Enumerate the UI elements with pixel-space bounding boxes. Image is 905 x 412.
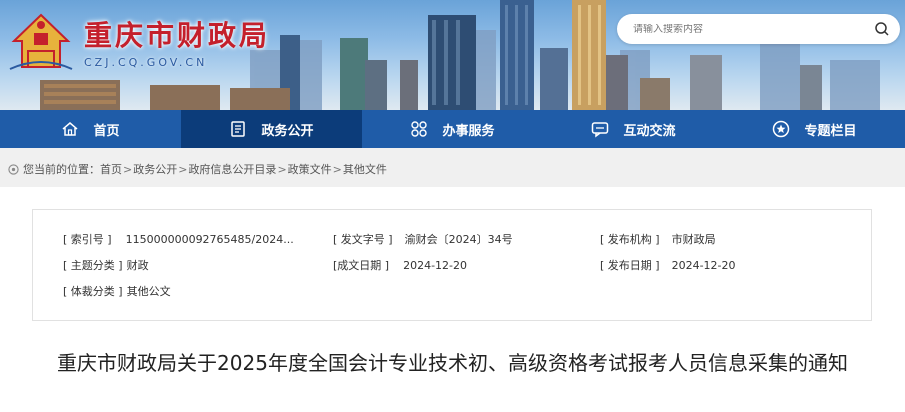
search-box xyxy=(617,14,900,44)
chat-icon xyxy=(592,122,609,138)
header-banner: 重庆市财政局 CZJ.CQ.GOV.CN xyxy=(0,0,905,110)
breadcrumb-link[interactable]: 政务公开 xyxy=(133,161,177,177)
emblem-icon xyxy=(9,13,73,70)
metadata-row: [ 体裁分类 ] 其他公文 xyxy=(33,283,873,303)
star-icon xyxy=(773,120,790,138)
meta-value: 2024-12-20 xyxy=(671,259,736,272)
index-number-field: [ 索引号 ] 11500000009276548​5/2024... xyxy=(63,231,294,247)
nav-item-label: 政务公开 xyxy=(261,123,314,139)
document-title: 重庆市财政局关于2025年度全国会计专业技术初、高级资格考试报考人员信息采集的通… xyxy=(57,351,848,375)
document-metadata-box: [ 索引号 ] 11500000009276548​5/2024... [ 发文字… xyxy=(32,209,872,321)
breadcrumb-separator: > xyxy=(178,162,188,176)
location-pin-icon xyxy=(8,163,19,175)
meta-label: [ 发布机构 ] xyxy=(600,233,660,246)
nav-item-label: 互动交流 xyxy=(623,123,676,139)
breadcrumb-prefix: 您当前的位置： xyxy=(23,163,100,176)
meta-value: 其他公文 xyxy=(126,285,171,298)
meta-label: [成文日期 ] xyxy=(333,259,390,272)
nav-item-label: 专题栏目 xyxy=(804,123,857,139)
main-nav: 首页 政务公开 办事服务 互动交流 专题栏目 xyxy=(0,110,905,148)
nav-item-government-affairs[interactable]: 政务公开 xyxy=(181,110,362,148)
meta-label: [ 发文字号 ] xyxy=(333,233,393,246)
meta-label: [ 主题分类 ] xyxy=(63,259,123,272)
article-container: [ 索引号 ] 11500000009276548​5/2024... [ 发文字… xyxy=(0,187,905,412)
site-domain: CZJ.CQ.GOV.CN xyxy=(84,55,208,69)
metadata-row: [ 索引号 ] 11500000009276548​5/2024... [ 发文字… xyxy=(33,231,873,251)
breadcrumb-separator: > xyxy=(123,162,133,176)
breadcrumb-link[interactable]: 首页 xyxy=(100,161,122,177)
breadcrumb-link[interactable]: 政策文件 xyxy=(288,161,332,177)
document-number-field: [ 发文字号 ] 渝财会〔2024〕34号 xyxy=(333,231,513,247)
breadcrumb-separator: > xyxy=(277,162,287,176)
created-date-field: [成文日期 ] 2024-12-20 xyxy=(333,257,467,273)
breadcrumb-link[interactable]: 政府信息公开目录 xyxy=(188,161,276,177)
home-icon xyxy=(62,122,78,136)
breadcrumb-separator: > xyxy=(332,162,342,176)
topic-field: [ 主题分类 ] 财政 xyxy=(63,257,149,273)
nav-item-interaction[interactable]: 互动交流 xyxy=(543,110,724,148)
meta-label: [ 索引号 ] xyxy=(63,233,112,246)
meta-value: 11500000009276548​5/2024... xyxy=(125,233,294,246)
search-icon[interactable] xyxy=(874,21,890,37)
nav-item-special-topics[interactable]: 专题栏目 xyxy=(724,110,905,148)
publisher-field: [ 发布机构 ] 市财政局 xyxy=(600,231,716,247)
breadcrumb-link[interactable]: 其他文件 xyxy=(343,161,387,177)
genre-field: [ 体裁分类 ] 其他公文 xyxy=(63,283,171,299)
nav-item-label: 办事服务 xyxy=(442,123,495,139)
meta-value: 财政 xyxy=(126,259,149,272)
breadcrumb: 您当前的位置： 首页 > 政务公开 > 政府信息公开目录 > 政策文件 > 其他… xyxy=(0,157,905,181)
metadata-row: [ 主题分类 ] 财政 [成文日期 ] 2024-12-20 [ 发布日期 ] 202… xyxy=(33,257,873,277)
nav-item-home[interactable]: 首页 xyxy=(0,110,181,148)
site-logo[interactable]: 重庆市财政局 CZJ.CQ.GOV.CN xyxy=(8,10,308,72)
meta-label: [ 发布日期 ] xyxy=(600,259,660,272)
grid-icon xyxy=(411,121,428,137)
site-title: 重庆市财政局 xyxy=(84,18,271,52)
meta-value: 渝财会〔2024〕34号 xyxy=(404,233,513,246)
meta-value: 市财政局 xyxy=(671,233,716,246)
meta-label: [ 体裁分类 ] xyxy=(63,285,123,298)
nav-item-services[interactable]: 办事服务 xyxy=(362,110,543,148)
document-icon xyxy=(231,121,246,137)
published-date-field: [ 发布日期 ] 2024-12-20 xyxy=(600,257,736,273)
nav-item-label: 首页 xyxy=(93,123,120,139)
search-input[interactable] xyxy=(633,23,874,35)
meta-value: 2024-12-20 xyxy=(403,259,468,272)
